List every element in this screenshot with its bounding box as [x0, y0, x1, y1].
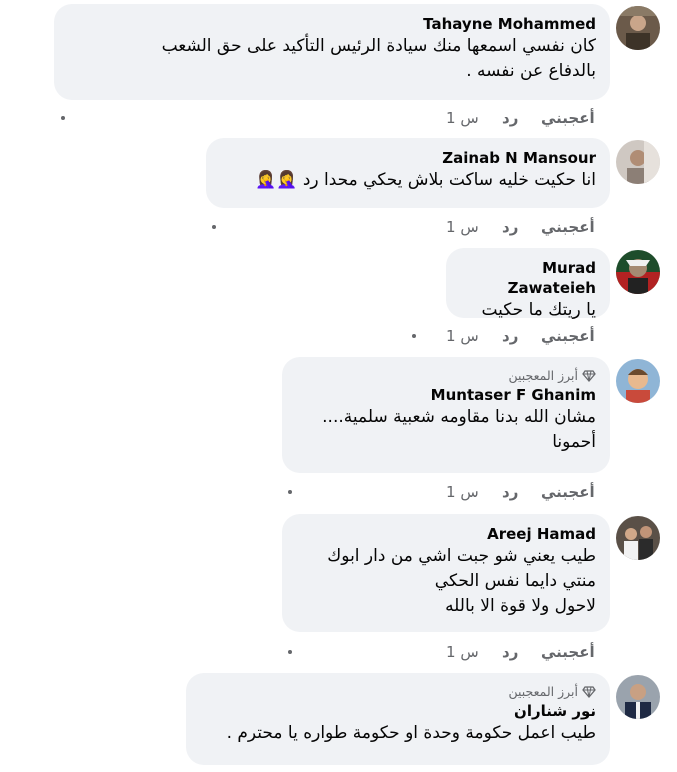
reply-button[interactable]: رد [502, 640, 518, 664]
comment-author[interactable]: Murad Zawateieh [460, 258, 596, 298]
comment-timestamp[interactable]: 1 س [446, 106, 479, 130]
diamond-icon [582, 686, 596, 698]
like-button[interactable]: أعجبني [541, 106, 595, 130]
comment-text: انا حكيت خليه ساكت بلاش يحكي محدا رد 🤦‍♀… [255, 170, 596, 190]
comment-bubble: Tahayne Mohammed كان نفسي اسمعها منك سيا… [54, 4, 610, 100]
avatar[interactable] [616, 250, 660, 294]
comment-text: مشان الله بدنا مقاومه شعبية سلمية.... أح… [322, 407, 596, 452]
comment-author[interactable]: Zainab N Mansour [220, 148, 596, 168]
reply-button[interactable]: رد [502, 106, 518, 130]
like-button[interactable]: أعجبني [541, 640, 595, 664]
comment-timestamp[interactable]: 1 س [446, 480, 479, 504]
comment-bubble: أبرز المعجبين Muntaser F Ghanim مشان الل… [282, 357, 610, 473]
comment-text: طيب اعمل حكومة وحدة او حكومة طواره يا مح… [226, 723, 596, 743]
like-button[interactable]: أعجبني [541, 480, 595, 504]
reply-button[interactable]: رد [502, 480, 518, 504]
comment-bubble: أبرز المعجبين نور شناران طيب اعمل حكومة … [186, 673, 610, 765]
comment-text: يا ريتك ما حكيت [481, 300, 596, 320]
comment-author[interactable]: نور شناران [200, 701, 596, 721]
comment-bubble: Areej Hamad طيب يعني شو جبت اشي من دار ا… [282, 514, 610, 632]
comment-author[interactable]: Tahayne Mohammed [68, 14, 596, 34]
like-button[interactable]: أعجبني [541, 324, 595, 348]
comment-bubble: Murad Zawateieh يا ريتك ما حكيت [446, 248, 610, 320]
separator-dot [288, 650, 292, 654]
badge-label: أبرز المعجبين [508, 368, 578, 383]
comment-timestamp[interactable]: 1 س [446, 640, 479, 664]
comment-author[interactable]: Areej Hamad [296, 524, 596, 544]
comment-text: طيب يعني شو جبت اشي من دار ابوك منتي داي… [327, 546, 596, 616]
comment-text: كان نفسي اسمعها منك سيادة الرئيس التأكيد… [161, 36, 596, 81]
top-fan-badge: أبرز المعجبين [200, 683, 596, 701]
badge-label: أبرز المعجبين [508, 684, 578, 699]
avatar[interactable] [616, 516, 660, 560]
avatar[interactable] [616, 6, 660, 50]
reply-button[interactable]: رد [502, 215, 518, 239]
avatar[interactable] [616, 675, 660, 719]
top-fan-badge: أبرز المعجبين [296, 367, 596, 385]
reply-button[interactable]: رد [502, 324, 518, 348]
like-button[interactable]: أعجبني [541, 215, 595, 239]
diamond-icon [582, 370, 596, 382]
avatar[interactable] [616, 140, 660, 184]
separator-dot [412, 334, 416, 338]
separator-dot [61, 116, 65, 120]
separator-dot [212, 225, 216, 229]
comment-bubble: Zainab N Mansour انا حكيت خليه ساكت بلاش… [206, 138, 610, 208]
comment-timestamp[interactable]: 1 س [446, 324, 479, 348]
avatar[interactable] [616, 359, 660, 403]
comment-timestamp[interactable]: 1 س [446, 215, 479, 239]
comment-author[interactable]: Muntaser F Ghanim [296, 385, 596, 405]
separator-dot [288, 490, 292, 494]
